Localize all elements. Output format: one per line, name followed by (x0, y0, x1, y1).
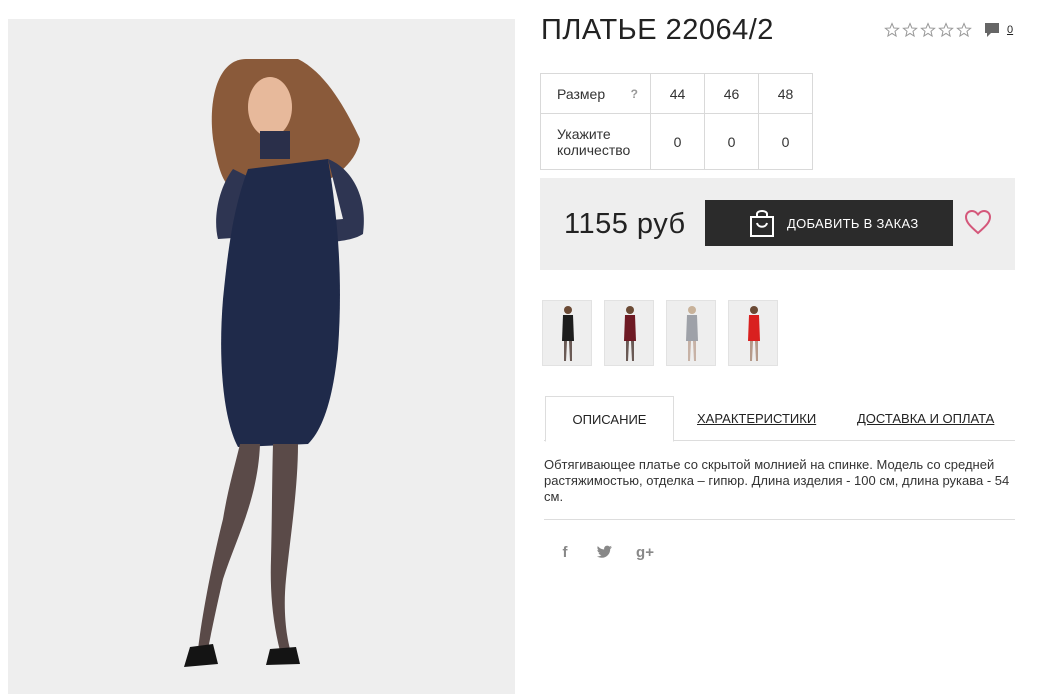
thumbnail-model-image (686, 306, 698, 361)
add-to-order-button[interactable]: ДОБАВИТЬ В ЗАКАЗ (705, 200, 953, 246)
product-info-tabs: ОПИСАНИЕ ХАРАКТЕРИСТИКИ ДОСТАВКА И ОПЛАТ… (544, 396, 1015, 442)
thumbnail-burgundy[interactable] (604, 300, 654, 366)
thumbnail-grey[interactable] (666, 300, 716, 366)
product-main-photo[interactable] (8, 19, 515, 694)
thumbnail-model-image (748, 306, 760, 361)
quantity-row: Укажите количество 0 0 0 (540, 113, 813, 170)
comment-bubble-icon (985, 23, 999, 37)
size-quantity-table: Размер ? 44 46 48 Укажите количество 0 0… (540, 73, 813, 170)
star-icon[interactable] (956, 22, 972, 38)
color-thumbnails (542, 300, 778, 366)
size-option-48[interactable]: 48 (758, 73, 813, 114)
star-icon[interactable] (938, 22, 954, 38)
shopping-bag-icon (750, 210, 774, 237)
heart-icon[interactable] (964, 209, 992, 235)
model-illustration (8, 19, 515, 694)
thumbnail-model-image (562, 306, 574, 361)
tab-characteristics[interactable]: ХАРАКТЕРИСТИКИ (697, 396, 816, 441)
quantity-input-46[interactable]: 0 (704, 113, 759, 170)
quantity-input-44[interactable]: 0 (650, 113, 705, 170)
size-option-44[interactable]: 44 (650, 73, 705, 114)
twitter-icon[interactable] (596, 543, 614, 561)
facebook-icon[interactable]: f (556, 543, 574, 561)
twitter-bird-glyph (597, 545, 612, 558)
google-plus-icon[interactable]: g+ (636, 543, 654, 561)
social-share: f g+ (556, 543, 654, 561)
comments-link[interactable]: 0 (983, 22, 1013, 38)
product-description: Обтягивающее платье со скрытой молнией н… (544, 457, 1010, 504)
tab-delivery-payment[interactable]: ДОСТАВКА И ОПЛАТА (857, 396, 994, 441)
rating-stars[interactable] (884, 22, 972, 38)
star-icon[interactable] (902, 22, 918, 38)
size-label: Размер (557, 85, 606, 102)
quantity-label-cell: Укажите количество (540, 113, 651, 170)
comments-count[interactable]: 0 (1007, 22, 1013, 38)
divider (544, 519, 1015, 520)
thumbnail-red[interactable] (728, 300, 778, 366)
size-help-icon[interactable]: ? (631, 87, 638, 101)
price-panel: 1155 руб ДОБАВИТЬ В ЗАКАЗ (540, 178, 1015, 270)
add-to-order-label: ДОБАВИТЬ В ЗАКАЗ (787, 215, 919, 231)
star-icon[interactable] (884, 22, 900, 38)
size-label-cell: Размер ? (540, 73, 651, 114)
quantity-label-line1: Укажите (557, 125, 611, 142)
thumbnail-model-image (624, 306, 636, 361)
product-title: ПЛАТЬЕ 22064/2 (541, 14, 774, 46)
size-row: Размер ? 44 46 48 (540, 73, 813, 114)
quantity-label-line2: количество (557, 141, 631, 158)
size-option-46[interactable]: 46 (704, 73, 759, 114)
thumbnail-black[interactable] (542, 300, 592, 366)
tab-description[interactable]: ОПИСАНИЕ (545, 396, 674, 442)
product-price: 1155 руб (564, 208, 686, 240)
quantity-input-48[interactable]: 0 (758, 113, 813, 170)
star-icon[interactable] (920, 22, 936, 38)
